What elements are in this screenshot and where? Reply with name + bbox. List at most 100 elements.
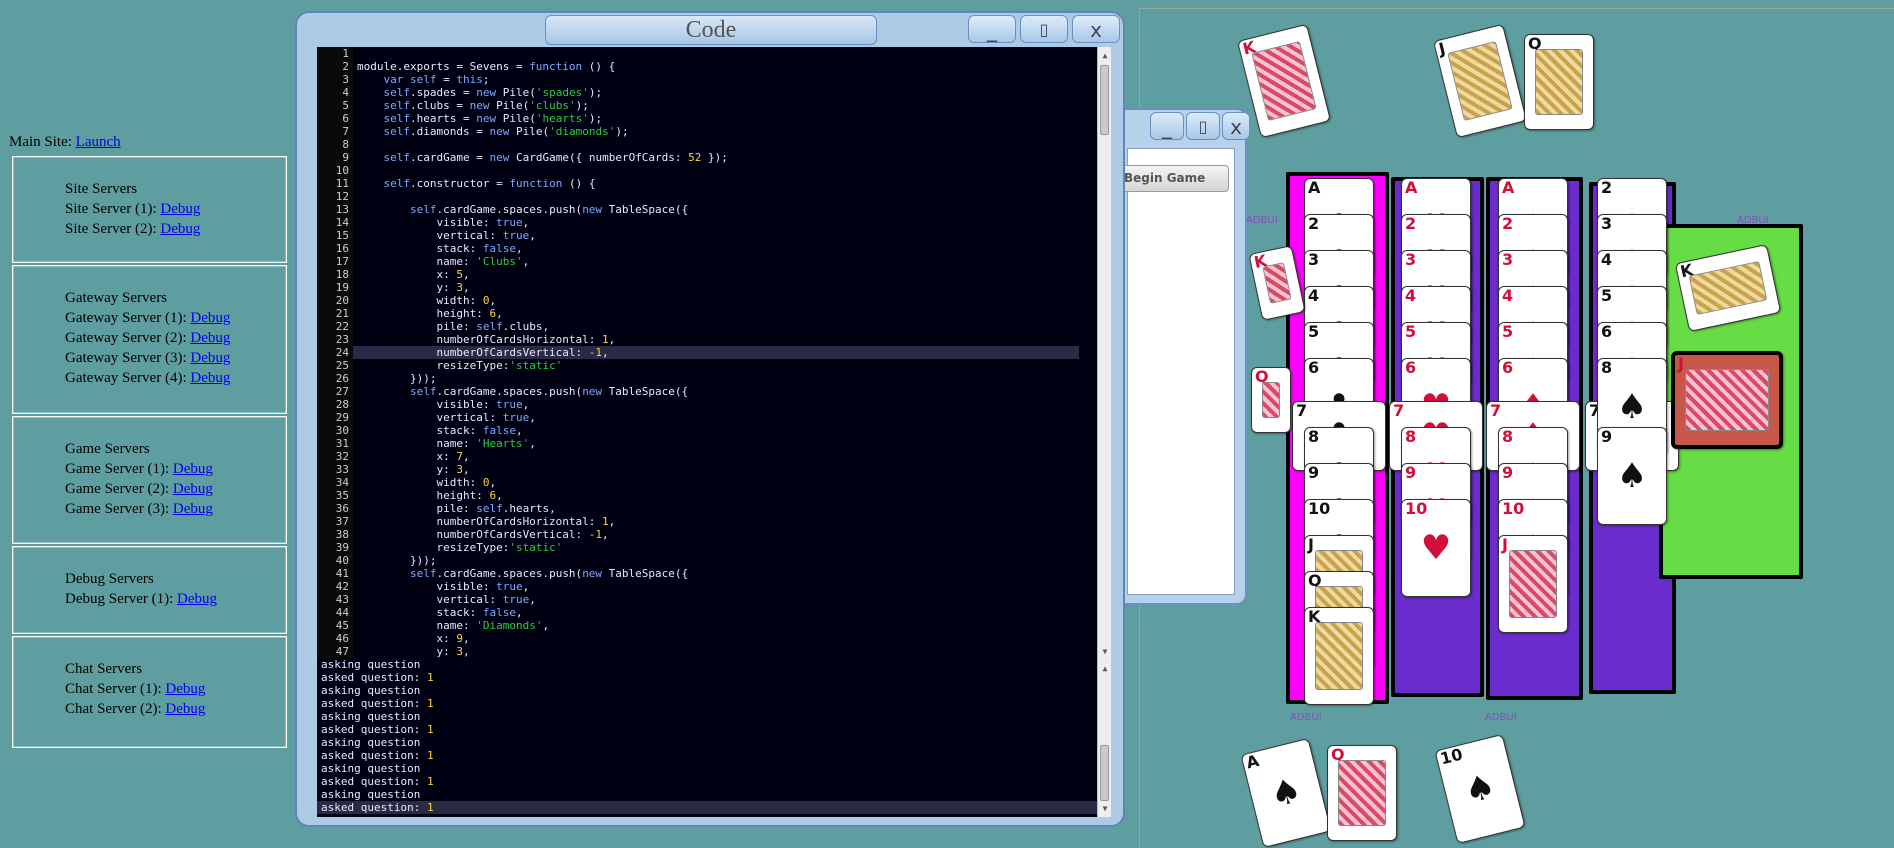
code-text: vertical: true, — [357, 229, 536, 242]
code-line[interactable]: 40 })); — [317, 554, 1111, 567]
code-line[interactable]: 38 numberOfCardsVertical: -1, — [317, 528, 1111, 541]
code-line[interactable]: 12 — [317, 190, 1111, 203]
card-rank: 4 — [1308, 286, 1320, 305]
code-editor[interactable]: 1 2 module.exports = Sevens = function () … — [317, 47, 1111, 817]
line-number: 46 — [317, 632, 353, 645]
code-line[interactable]: 32 x: 7, — [317, 450, 1111, 463]
code-line[interactable]: 18 x: 5, — [317, 268, 1111, 281]
debug-link[interactable]: Debug — [173, 461, 213, 477]
card-rank: 6 — [1308, 358, 1320, 377]
playing-card[interactable]: Q — [1327, 745, 1397, 841]
code-line[interactable]: 42 visible: true, — [317, 580, 1111, 593]
playing-card[interactable]: J — [1671, 351, 1783, 449]
code-line[interactable]: 15 vertical: true, — [317, 229, 1111, 242]
playing-card[interactable]: A ♠ — [1240, 737, 1332, 848]
game-window-maximize-button[interactable]: ▯ — [1186, 112, 1220, 140]
playing-card[interactable]: Q — [1251, 367, 1291, 433]
playing-card[interactable]: 10 ♥ — [1401, 499, 1471, 597]
code-line[interactable]: 29 vertical: true, — [317, 411, 1111, 424]
debug-link[interactable]: Debug — [160, 201, 200, 217]
game-window-minimize-button[interactable]: _ — [1150, 112, 1184, 140]
code-line[interactable]: 27 self.cardGame.spaces.push(new TableSp… — [317, 385, 1111, 398]
debug-link[interactable]: Debug — [165, 701, 205, 717]
playing-card[interactable]: J — [1498, 535, 1568, 633]
code-line[interactable]: 21 height: 6, — [317, 307, 1111, 320]
code-line[interactable]: 35 height: 6, — [317, 489, 1111, 502]
code-line[interactable]: 6 self.hearts = new Pile('hearts'); — [317, 112, 1111, 125]
launch-link[interactable]: Launch — [76, 134, 121, 150]
code-line[interactable]: 47 y: 3, — [317, 645, 1111, 658]
playing-card[interactable]: J — [1432, 23, 1528, 139]
code-line[interactable]: 44 stack: false, — [317, 606, 1111, 619]
debug-link[interactable]: Debug — [160, 221, 200, 237]
code-scrollbar[interactable]: ▲ ▼ — [1097, 47, 1111, 660]
debug-link[interactable]: Debug — [173, 481, 213, 497]
playing-card[interactable]: 10 ♠ — [1434, 733, 1526, 845]
debug-link[interactable]: Debug — [190, 330, 230, 346]
playing-card[interactable]: Q — [1524, 34, 1594, 130]
code-line[interactable]: 23 numberOfCardsHorizontal: 1, — [317, 333, 1111, 346]
code-line[interactable]: 14 visible: true, — [317, 216, 1111, 229]
code-scroll-thumb[interactable] — [1100, 65, 1109, 135]
code-line[interactable]: 33 y: 3, — [317, 463, 1111, 476]
code-line[interactable]: 26 })); — [317, 372, 1111, 385]
code-line[interactable]: 46 x: 9, — [317, 632, 1111, 645]
code-line[interactable]: 25 resizeType:'static' — [317, 359, 1111, 372]
card-rank: 5 — [1405, 322, 1417, 341]
code-line[interactable]: 5 self.clubs = new Pile('clubs'); — [317, 99, 1111, 112]
console-scrollbar[interactable]: ▲ ▼ — [1097, 660, 1111, 817]
code-line[interactable]: 30 stack: false, — [317, 424, 1111, 437]
code-line[interactable]: 4 self.spades = new Pile('spades'); — [317, 86, 1111, 99]
console-scroll-thumb[interactable] — [1100, 745, 1109, 801]
console-scroll-down-icon[interactable]: ▼ — [1098, 802, 1111, 815]
code-line[interactable]: 17 name: 'Clubs', — [317, 255, 1111, 268]
code-source[interactable]: 1 2 module.exports = Sevens = function () … — [317, 47, 1111, 658]
code-text: self.clubs = new Pile('clubs'); — [383, 99, 589, 112]
code-line[interactable]: 13 self.cardGame.spaces.push(new TableSp… — [317, 203, 1111, 216]
scroll-down-icon[interactable]: ▼ — [1098, 645, 1111, 658]
code-line[interactable]: 3 var self = this; — [317, 73, 1111, 86]
code-line[interactable]: 36 pile: self.hearts, — [317, 502, 1111, 515]
console-scroll-up-icon[interactable]: ▲ — [1098, 662, 1111, 675]
debug-link[interactable]: Debug — [165, 681, 205, 697]
code-line[interactable]: 9 self.cardGame = new CardGame({ numberO… — [317, 151, 1111, 164]
playing-card[interactable]: K — [1236, 23, 1332, 139]
code-line[interactable]: 19 y: 3, — [317, 281, 1111, 294]
code-line[interactable]: 24 numberOfCardsVertical: -1, — [317, 346, 1111, 359]
code-line[interactable]: 7 self.diamonds = new Pile('diamonds'); — [317, 125, 1111, 138]
code-line[interactable]: 8 — [317, 138, 1111, 151]
code-text: numberOfCardsHorizontal: 1, — [357, 515, 616, 528]
code-window-maximize-button[interactable]: ▯ — [1020, 15, 1068, 43]
code-window-minimize-button[interactable]: _ — [968, 15, 1016, 43]
code-line[interactable]: 11 self.constructor = function () { — [317, 177, 1111, 190]
code-window-title[interactable]: Code — [545, 15, 877, 45]
playing-card[interactable]: K — [1304, 607, 1374, 705]
playing-card[interactable]: 9 ♠ — [1597, 427, 1667, 525]
game-window-close-button[interactable]: x — [1222, 112, 1250, 140]
code-line[interactable]: 10 — [317, 164, 1111, 177]
code-line[interactable]: 28 visible: true, — [317, 398, 1111, 411]
code-line[interactable]: 16 stack: false, — [317, 242, 1111, 255]
card-rank: 2 — [1502, 214, 1514, 233]
code-line[interactable]: 1 — [317, 47, 1111, 60]
code-line[interactable]: 2 module.exports = Sevens = function () { — [317, 60, 1111, 73]
code-line[interactable]: 34 width: 0, — [317, 476, 1111, 489]
code-window-close-button[interactable]: x — [1072, 15, 1120, 43]
code-line[interactable]: 43 vertical: true, — [317, 593, 1111, 606]
code-line[interactable]: 31 name: 'Hearts', — [317, 437, 1111, 450]
debug-link[interactable]: Debug — [190, 310, 230, 326]
server-group-title: Site Servers — [65, 181, 138, 197]
code-line[interactable]: 39 resizeType:'static' — [317, 541, 1111, 554]
debug-link[interactable]: Debug — [177, 591, 217, 607]
code-line[interactable]: 37 numberOfCardsHorizontal: 1, — [317, 515, 1111, 528]
code-line[interactable]: 20 width: 0, — [317, 294, 1111, 307]
code-line[interactable]: 22 pile: self.clubs, — [317, 320, 1111, 333]
server-row: Site Server (1): Debug — [65, 199, 286, 219]
scroll-up-icon[interactable]: ▲ — [1098, 49, 1111, 62]
debug-link[interactable]: Debug — [190, 370, 230, 386]
code-line[interactable]: 41 self.cardGame.spaces.push(new TableSp… — [317, 567, 1111, 580]
code-line[interactable]: 45 name: 'Diamonds', — [317, 619, 1111, 632]
debug-link[interactable]: Debug — [190, 350, 230, 366]
begin-game-button[interactable]: Begin Game — [1117, 165, 1229, 192]
debug-link[interactable]: Debug — [173, 501, 213, 517]
